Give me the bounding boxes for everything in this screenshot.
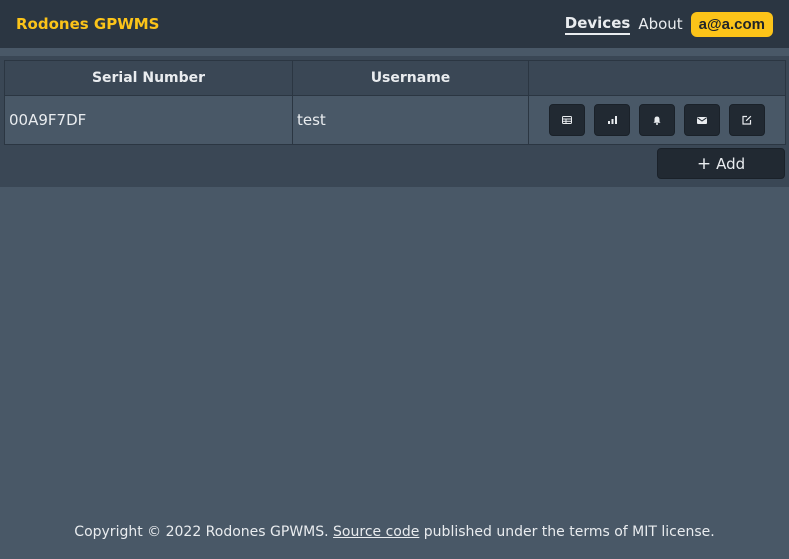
footer: Copyright © 2022 Rodones GPWMS. Source c… [0,524,789,540]
column-header-serial: Serial Number [4,60,293,96]
notifications-button[interactable] [639,104,675,136]
statistics-button[interactable] [594,104,631,136]
nav-link-about[interactable]: About [638,15,682,33]
envelope-icon [696,116,707,124]
view-data-button[interactable] [549,104,586,136]
table-header-row: Serial Number Username [4,60,786,96]
actions-cell [528,95,786,145]
edit-icon [741,115,751,125]
nav-link-devices[interactable]: Devices [564,14,631,35]
add-button-label: Add [716,154,746,173]
devices-table: Serial Number Username 00A9F7DF test [4,60,786,145]
edit-button[interactable] [728,104,765,136]
plus-icon: + [696,153,712,174]
devices-panel: Serial Number Username 00A9F7DF test + A… [0,56,789,187]
messages-button[interactable] [683,104,720,136]
table-icon [562,116,573,124]
bell-icon [653,116,661,125]
username-cell: test [292,95,529,145]
table-row: 00A9F7DF test [4,95,786,145]
column-header-username: Username [292,60,529,96]
signal-bars-icon [607,116,617,124]
serial-number-cell: 00A9F7DF [4,95,293,145]
nav-links: Devices About a@a.com [557,11,773,37]
source-code-link[interactable]: Source code [333,524,419,540]
user-account-button[interactable]: a@a.com [690,11,773,37]
add-device-button[interactable]: + Add [657,148,785,179]
brand-logo-link[interactable]: Rodones GPWMS [16,15,159,33]
column-header-actions [528,60,786,96]
footer-license: published under the terms of MIT license… [423,524,715,540]
footer-copyright: Copyright © 2022 Rodones GPWMS. [74,524,329,540]
navbar: Rodones GPWMS Devices About a@a.com [0,0,789,48]
